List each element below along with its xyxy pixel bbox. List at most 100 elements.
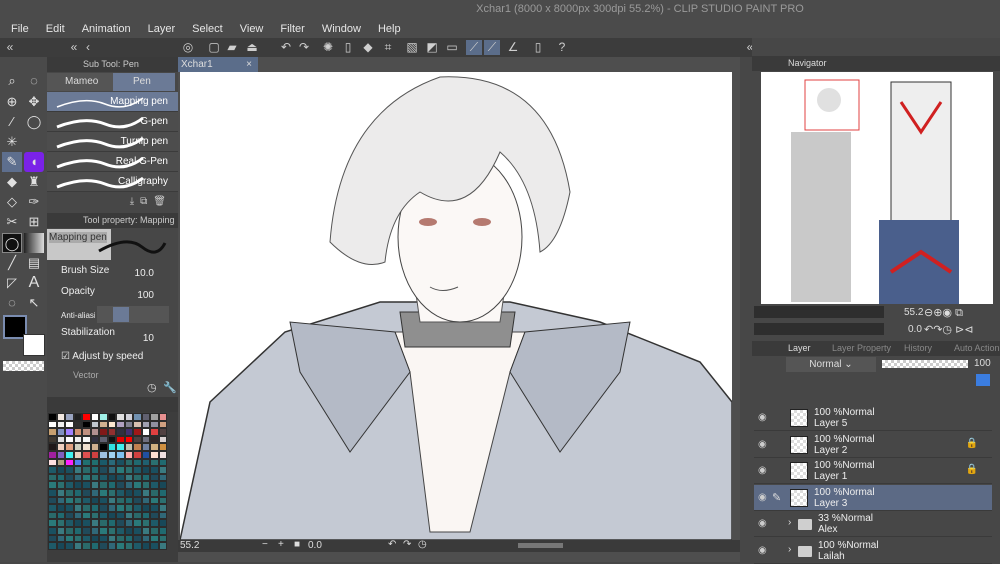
color-swatch[interactable] <box>73 519 82 527</box>
color-swatch[interactable] <box>65 511 74 520</box>
fill-icon[interactable]: ◆ <box>360 40 376 55</box>
transparent-color-swatch[interactable] <box>3 361 44 371</box>
color-swatch[interactable] <box>73 435 82 444</box>
color-swatch[interactable] <box>56 458 65 467</box>
color-swatch[interactable] <box>48 435 57 444</box>
zoom-in-icon[interactable]: + <box>278 539 284 550</box>
color-swatch[interactable] <box>48 511 57 520</box>
navigator-rotate-controls[interactable]: ↶↷◷ ⊳⊲ <box>924 323 974 336</box>
color-swatch[interactable] <box>56 443 65 451</box>
color-swatch[interactable] <box>133 420 142 429</box>
color-swatch[interactable] <box>141 435 150 444</box>
color-swatch[interactable] <box>48 443 57 451</box>
rotate-icon[interactable]: ◌ <box>24 71 44 91</box>
color-swatch[interactable] <box>48 413 57 421</box>
color-swatch[interactable] <box>150 466 159 474</box>
color-swatch[interactable] <box>133 526 142 535</box>
color-swatch[interactable] <box>141 488 150 497</box>
stamp-icon[interactable]: ♜ <box>24 172 44 192</box>
color-swatch[interactable] <box>158 542 167 550</box>
color-swatch[interactable] <box>82 526 91 535</box>
color-swatch[interactable] <box>141 413 150 421</box>
balloon-icon[interactable]: ◌ <box>2 293 22 313</box>
color-swatch[interactable] <box>150 519 159 527</box>
color-swatch[interactable] <box>48 526 57 535</box>
color-swatches[interactable] <box>48 413 167 550</box>
color-swatch[interactable] <box>48 488 57 497</box>
color-swatch[interactable] <box>82 496 91 505</box>
color-swatch[interactable] <box>116 466 125 474</box>
color-swatch[interactable] <box>90 542 99 550</box>
color-swatch[interactable] <box>48 542 57 550</box>
color-swatch[interactable] <box>150 542 159 550</box>
color-swatch[interactable] <box>73 428 82 436</box>
color-swatch[interactable] <box>158 481 167 489</box>
color-swatch[interactable] <box>82 435 91 444</box>
blend-icon[interactable]: ◆ <box>2 172 22 192</box>
lock-icon[interactable]: 🔒 <box>966 464 978 475</box>
blend-mode-select[interactable]: Normal ⌄ <box>786 357 876 372</box>
color-swatch[interactable] <box>99 450 108 459</box>
color-swatch[interactable] <box>65 481 74 489</box>
color-swatch[interactable] <box>65 504 74 512</box>
color-swatch[interactable] <box>56 542 65 550</box>
color-swatch[interactable] <box>158 473 167 482</box>
new-file-icon[interactable]: ▢ <box>206 40 222 55</box>
layer-row[interactable]: ◉ 100 %Normal Layer 1 🔒 <box>754 458 992 485</box>
color-swatch[interactable] <box>133 481 142 489</box>
color-swatch[interactable] <box>133 473 142 482</box>
rotation-slider[interactable] <box>754 323 884 335</box>
color-swatch[interactable] <box>141 420 150 429</box>
expand-chevron-icon[interactable]: › <box>788 517 791 528</box>
color-swatch[interactable] <box>65 542 74 550</box>
opacity-value[interactable]: 100 <box>137 290 154 301</box>
layer-row[interactable]: ◉ › 100 %Normal Lailah <box>754 538 992 564</box>
color-swatch[interactable] <box>48 496 57 505</box>
color-swatch[interactable] <box>150 443 159 451</box>
color-swatch[interactable] <box>73 466 82 474</box>
color-swatch[interactable] <box>48 466 57 474</box>
color-swatch[interactable] <box>90 534 99 543</box>
color-swatch[interactable] <box>124 511 133 520</box>
object-icon[interactable]: ⊕ <box>2 92 22 112</box>
color-swatch[interactable] <box>107 488 116 497</box>
color-swatch[interactable] <box>107 413 116 421</box>
navigator-zoom-controls[interactable]: ⊖⊕◉ ⧉ <box>924 306 963 320</box>
collapse-left-icon[interactable]: « <box>2 40 18 55</box>
menu-help[interactable]: Help <box>378 23 401 35</box>
color-swatch[interactable] <box>73 496 82 505</box>
move-icon[interactable]: ✥ <box>24 92 44 112</box>
expand-chevron-icon[interactable]: › <box>788 544 791 555</box>
drawing-canvas[interactable] <box>180 72 732 540</box>
color-swatch[interactable] <box>116 413 125 421</box>
color-swatch[interactable] <box>82 481 91 489</box>
color-swatch[interactable] <box>48 473 57 482</box>
color-swatch[interactable] <box>133 511 142 520</box>
color-swatch[interactable] <box>82 450 91 459</box>
color-swatch[interactable] <box>73 420 82 429</box>
color-swatch[interactable] <box>124 428 133 436</box>
color-swatch[interactable] <box>56 526 65 535</box>
color-swatch[interactable] <box>107 511 116 520</box>
color-swatch[interactable] <box>158 488 167 497</box>
color-swatch[interactable] <box>133 443 142 451</box>
menu-animation[interactable]: Animation <box>82 23 131 35</box>
pen-icon[interactable]: ✎ <box>2 152 22 172</box>
color-swatch[interactable] <box>90 420 99 429</box>
zoom-slider[interactable] <box>754 306 884 318</box>
group-tab-mameo[interactable]: Mameo <box>47 73 113 91</box>
color-swatch[interactable] <box>56 420 65 429</box>
menu-layer[interactable]: Layer <box>148 23 176 35</box>
stabilization-value[interactable]: 10 <box>143 333 154 344</box>
line-icon[interactable]: ╱ <box>2 253 22 273</box>
color-swatch[interactable] <box>48 450 57 459</box>
color-swatch[interactable] <box>150 473 159 482</box>
color-swatch[interactable] <box>73 481 82 489</box>
color-swatch[interactable] <box>99 496 108 505</box>
color-swatch[interactable] <box>90 481 99 489</box>
color-swatch[interactable] <box>73 473 82 482</box>
color-swatch[interactable] <box>158 458 167 467</box>
color-swatch[interactable] <box>124 466 133 474</box>
color-swatch[interactable] <box>107 443 116 451</box>
color-swatch[interactable] <box>65 420 74 429</box>
